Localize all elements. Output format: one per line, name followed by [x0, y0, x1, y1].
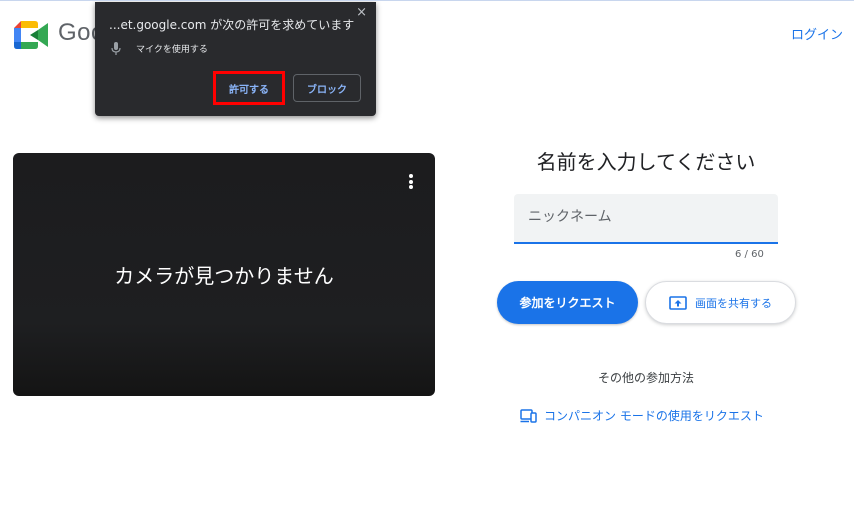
close-icon[interactable]: × [356, 6, 367, 20]
microphone-permission-label: マイクを使用する [136, 45, 208, 55]
other-join-methods-label: その他の参加方法 [597, 371, 694, 385]
microphone-icon [111, 42, 121, 55]
more-options-icon[interactable] [407, 174, 415, 192]
share-screen-button[interactable]: 画面を共有する [645, 281, 796, 324]
present-screen-icon [669, 295, 687, 310]
share-screen-label: 画面を共有する [695, 296, 772, 310]
meet-join-page: Goo ログイン カメラが見つかりません 名前を入力してください 6 / 60 … [0, 0, 854, 507]
name-field-container [514, 194, 778, 244]
request-join-button[interactable]: 参加をリクエスト [497, 281, 638, 324]
block-button[interactable]: ブロック [293, 74, 361, 102]
camera-not-found-message: カメラが見つかりません [114, 264, 334, 288]
companion-mode-label: コンパニオン モードの使用をリクエスト [544, 409, 764, 423]
char-counter: 6 / 60 [735, 249, 764, 260]
camera-preview: カメラが見つかりません [13, 153, 435, 396]
companion-devices-icon [520, 408, 537, 423]
name-heading: 名前を入力してください [536, 150, 756, 174]
permission-prompt: ...et.google.com が次の許可を求めています × マイクを使用する… [95, 2, 376, 116]
nickname-input[interactable] [528, 206, 758, 228]
companion-mode-link[interactable]: コンパニオン モードの使用をリクエスト [520, 407, 764, 424]
allow-button[interactable]: 許可する [218, 76, 280, 100]
permission-title: ...et.google.com が次の許可を求めています [109, 18, 355, 32]
login-link[interactable]: ログイン [791, 24, 843, 43]
meet-logo-icon [14, 21, 48, 49]
